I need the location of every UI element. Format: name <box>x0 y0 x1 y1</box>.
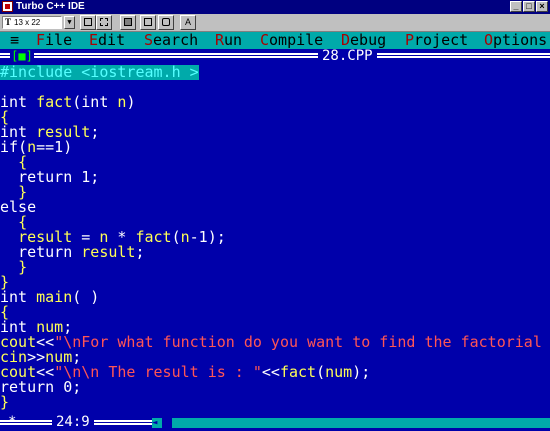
fullscreen-icon <box>144 18 152 26</box>
font-size-select[interactable]: T 13 x 22 <box>2 16 62 29</box>
title-bar: Turbo C++ IDE _ □ × <box>0 0 550 14</box>
menu-edit[interactable]: Edit <box>89 32 125 49</box>
paste-icon <box>124 18 132 26</box>
code-line[interactable]: #include <iostream.h > <box>0 65 199 80</box>
menu-bar: ≡ File Edit Search Run Compile Debug Pro… <box>0 32 550 49</box>
properties-button[interactable] <box>158 15 174 30</box>
menu-project[interactable]: Project <box>405 32 468 49</box>
mark-button[interactable] <box>80 15 96 30</box>
horizontal-scrollbar[interactable]: ◄ <box>152 418 550 428</box>
font-button[interactable]: A <box>180 15 196 30</box>
minimize-button[interactable]: _ <box>510 1 522 12</box>
truetype-icon: T <box>5 17 12 27</box>
fullscreen-button[interactable] <box>140 15 156 30</box>
properties-icon <box>162 18 170 26</box>
menu-debug[interactable]: Debug <box>341 32 386 49</box>
font-size-value: 13 x 22 <box>14 18 41 27</box>
scroll-left-arrow-icon[interactable]: ◄ <box>152 418 162 428</box>
code-line[interactable]: int fact(int n) <box>0 95 135 110</box>
frame-double-line <box>0 53 550 58</box>
code-line[interactable]: return 0; <box>0 380 81 395</box>
menu-search[interactable]: Search <box>144 32 198 49</box>
cursor-position: 24:9 <box>52 414 94 431</box>
system-menu[interactable]: ≡ <box>10 32 19 49</box>
app-icon <box>2 1 13 12</box>
editor-window[interactable]: [■] 28.CPP #include <iostream.h > int fa… <box>0 49 550 431</box>
code-line[interactable]: cout<<"\nFor what function do you want t… <box>0 335 542 350</box>
menu-options[interactable]: Options <box>484 32 547 49</box>
modified-indicator-icon: * <box>8 414 17 430</box>
menu-file[interactable]: File <box>36 32 72 49</box>
menu-compile[interactable]: Compile <box>260 32 323 49</box>
toolbar: T 13 x 22 ▼ A <box>0 14 550 32</box>
editor-frame-bottom: * 24:9 ◄ <box>0 414 550 431</box>
copy-button[interactable] <box>96 15 112 30</box>
copy-icon <box>100 18 108 26</box>
code-line[interactable]: int main( ) <box>0 290 99 305</box>
mark-icon <box>84 18 92 26</box>
menu-run[interactable]: Run <box>215 32 242 49</box>
window-title: Turbo C++ IDE <box>16 1 85 12</box>
maximize-button[interactable]: □ <box>523 1 535 12</box>
editor-frame-top: [■] 28.CPP <box>0 49 550 64</box>
code-line[interactable]: } <box>0 395 9 410</box>
paste-button[interactable] <box>120 15 136 30</box>
editor-close-box[interactable]: [■] <box>10 50 34 63</box>
scroll-thumb[interactable] <box>162 418 172 428</box>
close-window-button[interactable]: × <box>536 1 548 12</box>
editor-filename: 28.CPP <box>318 49 377 64</box>
font-size-dropdown-button[interactable]: ▼ <box>64 16 75 29</box>
